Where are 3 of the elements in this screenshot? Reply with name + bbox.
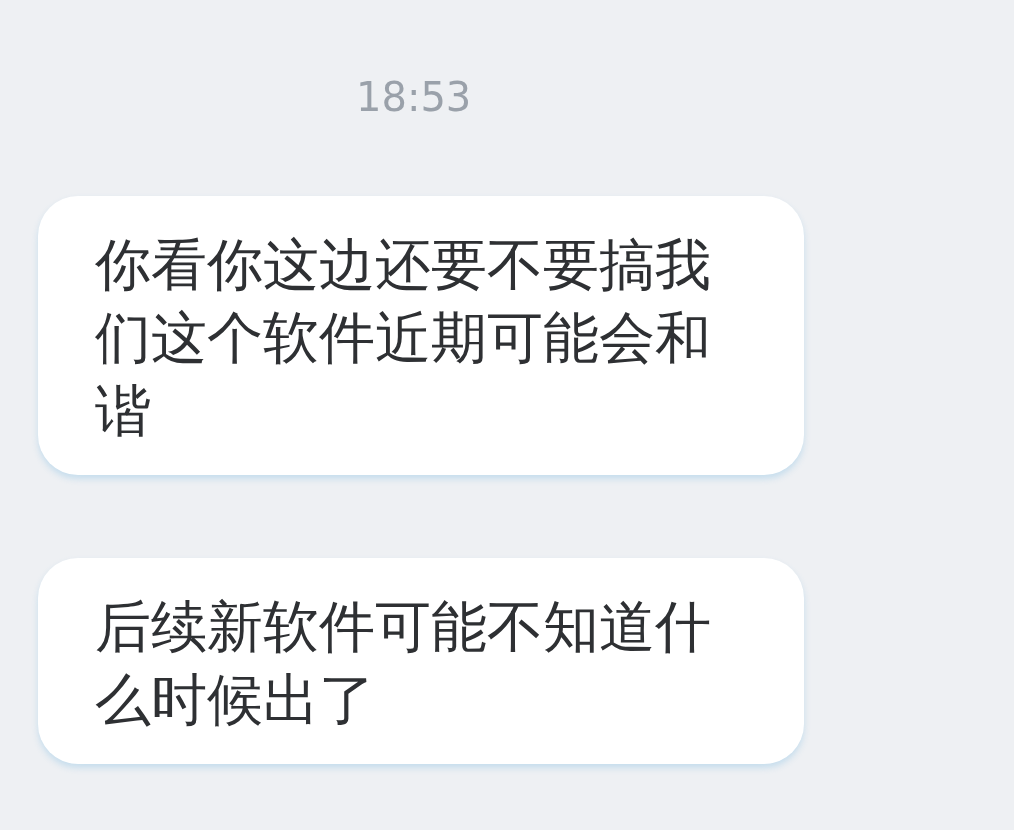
message-bubble: 后续新软件可能不知道什么时候出了 — [38, 558, 804, 764]
message-timestamp: 18:53 — [356, 74, 472, 120]
message-bubble: 你看你这边还要不要搞我们这个软件近期可能会和谐 — [38, 196, 804, 475]
